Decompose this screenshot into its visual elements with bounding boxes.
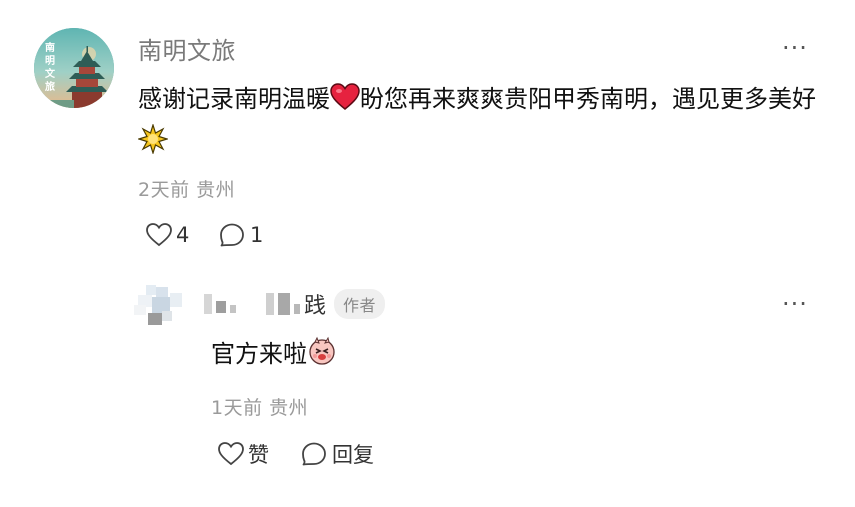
- comment-text-part2: 盼您再来爽爽贵阳甲秀南明，遇见更多美好: [360, 85, 816, 113]
- comment-text: 感谢记录南明温暖 盼您再来爽爽贵阳甲秀南明，遇见更多美好: [136, 80, 818, 166]
- blurred-username: 践: [204, 288, 326, 320]
- like-count: 4: [176, 223, 190, 247]
- reply-reply-button[interactable]: 回复: [300, 439, 374, 469]
- blurred-avatar-image: [134, 285, 182, 325]
- reply-time-location: 1天前 贵州: [211, 397, 309, 419]
- like-button[interactable]: 4: [145, 222, 189, 248]
- heart-outline-icon: [217, 441, 245, 467]
- heart-emoji-icon: [330, 83, 360, 123]
- reply-like-label: 赞: [248, 443, 269, 467]
- avatar[interactable]: 南明文旅: [34, 28, 114, 108]
- heart-outline-icon: [145, 222, 173, 248]
- reply-username-visible: 践: [304, 294, 327, 319]
- reply-reply-label: 回复: [332, 443, 374, 467]
- reply-avatar[interactable]: [132, 281, 188, 331]
- reply-text: 官方来啦: [211, 336, 337, 376]
- comment-text-part1: 感谢记录南明温暖: [138, 85, 330, 113]
- reply-text-main: 官方来啦: [211, 340, 307, 368]
- comment-bubble-icon: [218, 222, 246, 248]
- reply-count: 1: [250, 223, 264, 247]
- more-options-icon[interactable]: ···: [782, 36, 808, 60]
- reply-count-button[interactable]: 1: [218, 222, 263, 248]
- reply-like-button[interactable]: 赞: [217, 439, 269, 469]
- avatar-logo-text: 南明文旅: [45, 43, 55, 93]
- sparkle-emoji-icon: [136, 122, 170, 166]
- comment-username[interactable]: 南明文旅: [138, 31, 236, 66]
- comment-bubble-icon: [300, 441, 328, 467]
- comment-time-location: 2天前 贵州: [138, 179, 236, 201]
- author-badge: 作者: [334, 289, 386, 319]
- reply-more-options-icon[interactable]: ···: [782, 292, 808, 316]
- cute-face-emoji-icon: [307, 336, 337, 376]
- reply-username-row[interactable]: 践 作者: [204, 288, 386, 320]
